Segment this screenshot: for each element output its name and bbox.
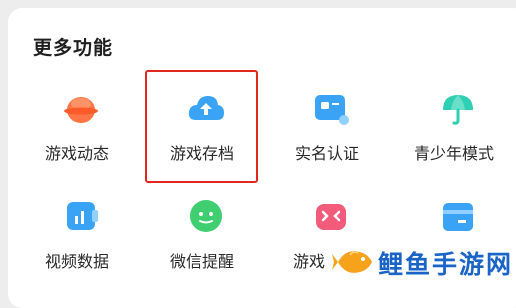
highlight-box (145, 70, 258, 183)
feature-label: 青少年模式 (413, 144, 494, 163)
watermark-text: 鲤鱼手游网 (378, 250, 514, 279)
feature-video-data[interactable]: 视频数据 (14, 190, 140, 280)
folder-icon (438, 196, 478, 236)
section-title: 更多功能 (33, 37, 114, 59)
feature-label: 实名认证 (294, 144, 359, 163)
umbrella-icon (438, 88, 478, 128)
feature-label: 游戏动态 (44, 144, 109, 163)
game-news-icon (61, 88, 101, 128)
feature-game-news[interactable]: 游戏动态 (14, 82, 140, 172)
gamepad-icon (311, 196, 351, 236)
feature-label: 视频数据 (44, 252, 109, 271)
feature-real-name[interactable]: 实名认证 (264, 82, 390, 172)
id-card-icon (311, 88, 351, 128)
fish-logo-icon (332, 240, 376, 284)
wechat-bubble-icon (186, 196, 226, 236)
watermark: 鲤鱼手游网 (326, 234, 516, 288)
feature-label: 微信提醒 (169, 252, 234, 271)
video-stats-icon (61, 196, 101, 236)
feature-teen-mode[interactable]: 青少年模式 (391, 82, 516, 172)
feature-wechat-remind[interactable]: 微信提醒 (139, 190, 265, 280)
